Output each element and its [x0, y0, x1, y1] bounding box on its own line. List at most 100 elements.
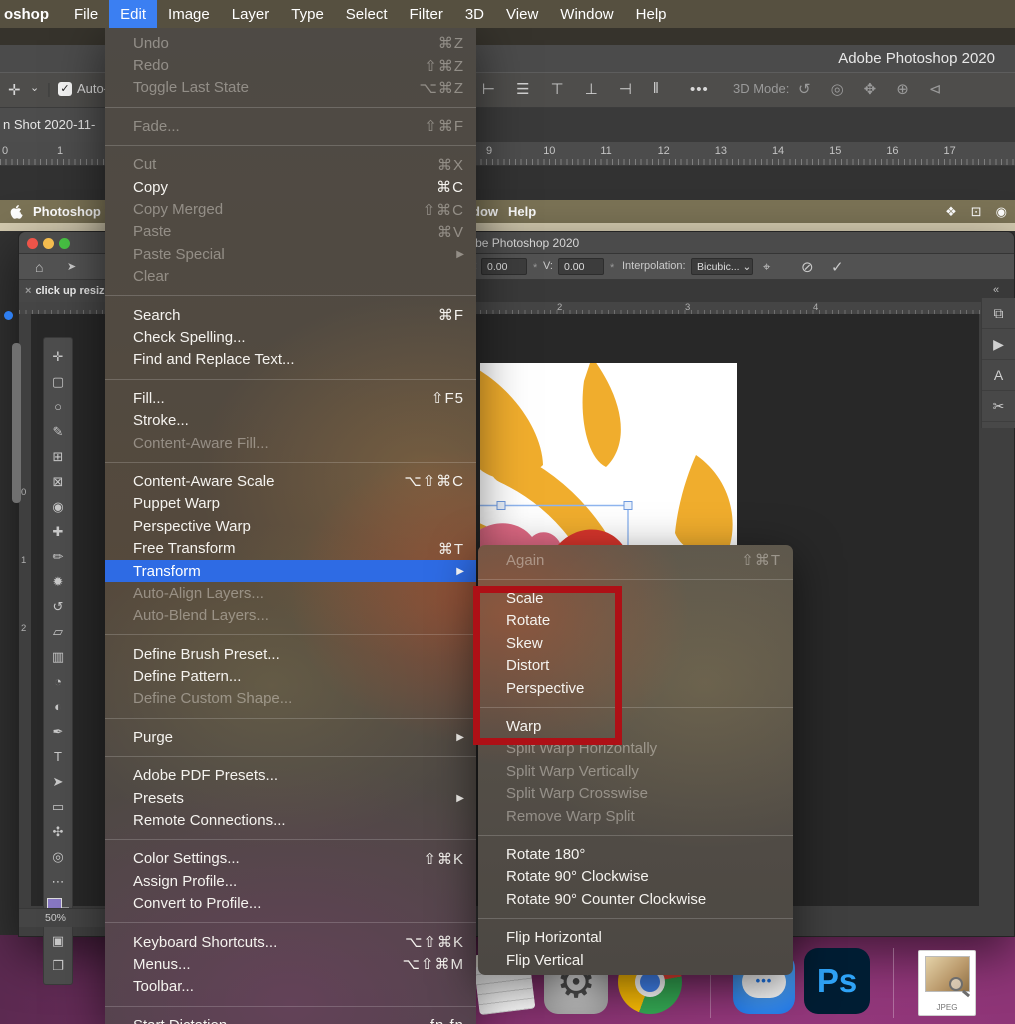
delta-icon[interactable]: *	[533, 262, 537, 274]
submenu-item-split-warp-vertically[interactable]: Split Warp Vertically	[478, 760, 793, 782]
3d-pan-icon[interactable]: ✥	[864, 80, 877, 98]
submenu-item[interactable]	[478, 571, 793, 587]
blur-tool-icon[interactable]: ◔	[54, 669, 62, 694]
lasso-tool-icon[interactable]: ○	[54, 394, 62, 419]
delta-icon[interactable]: *	[610, 262, 614, 274]
menu-item-color-settings[interactable]: Color Settings... ⇧⌘K	[105, 848, 476, 870]
menu-item-start-dictation[interactable]: Start Dictation... fn fn	[105, 1014, 476, 1024]
menu-item[interactable]	[105, 99, 476, 115]
menu-item-define-custom-shape[interactable]: Define Custom Shape...	[105, 688, 476, 710]
menu-bar-item[interactable]: 3D	[454, 0, 495, 28]
warp-mode-icon[interactable]: ⌖	[763, 259, 770, 275]
brush-tool-icon[interactable]: ✏	[53, 544, 64, 569]
healing-brush-tool-icon[interactable]: ✚	[53, 519, 64, 544]
photoshop-dock-icon[interactable]: Ps	[804, 948, 870, 1014]
submenu-item-remove-warp-split[interactable]: Remove Warp Split	[478, 805, 793, 827]
app-name-partial[interactable]: oshop	[0, 6, 63, 23]
frame-tool-icon[interactable]: ⊠	[53, 469, 64, 494]
zoom-tool-icon[interactable]: ◎	[52, 844, 63, 869]
auto-select-checkbox[interactable]: ✓	[58, 82, 72, 96]
menu-item-paste-special[interactable]: Paste Special ▶	[105, 243, 476, 265]
menu-item-purge[interactable]: Purge ▶	[105, 726, 476, 748]
cancel-transform-icon[interactable]: ⊘	[801, 258, 814, 276]
menu-item-adobe-pdf-presets[interactable]: Adobe PDF Presets...	[105, 765, 476, 787]
menu-item[interactable]	[105, 371, 476, 387]
crop-tool-icon[interactable]: ⊞	[53, 444, 64, 469]
inner-app-menu-label[interactable]: Photoshop	[33, 204, 101, 219]
menu-bar-item[interactable]: Image	[157, 0, 221, 28]
menu-item-free-transform[interactable]: Free Transform ⌘T	[105, 537, 476, 559]
submenu-item[interactable]	[478, 827, 793, 843]
eyedropper-tool-icon[interactable]: ◉	[52, 494, 63, 519]
more-options-icon[interactable]: •••	[690, 81, 709, 98]
menu-item-content-aware-fill[interactable]: Content-Aware Fill...	[105, 432, 476, 454]
menu-item[interactable]	[105, 998, 476, 1014]
menu-item-redo[interactable]: Redo ⇧⌘Z	[105, 54, 476, 76]
path-selection-tool-icon[interactable]: ➤	[53, 769, 64, 794]
menu-item-keyboard-shortcuts[interactable]: Keyboard Shortcuts... ⌥⇧⌘K	[105, 931, 476, 953]
menu-item-check-spelling[interactable]: Check Spelling...	[105, 326, 476, 348]
display-menu-icon[interactable]: ⊡	[971, 204, 982, 220]
menu-bar-item[interactable]: Layer	[221, 0, 281, 28]
eraser-tool-icon[interactable]: ▱	[53, 619, 63, 644]
align-horizontal-centers-icon[interactable]: ☰	[516, 80, 529, 98]
dodge-tool-icon[interactable]: ◐	[54, 694, 62, 719]
menu-item-auto-blend-layers[interactable]: Auto-Blend Layers...	[105, 605, 476, 627]
3d-slide-icon[interactable]: ⊕	[896, 80, 909, 98]
quick-mask-icon[interactable]: ▣	[52, 928, 64, 953]
inner-document-tab[interactable]: ×click up resize e	[19, 280, 119, 302]
menu-bar-item[interactable]: Help	[625, 0, 678, 28]
collapse-panels-icon[interactable]: «	[993, 284, 999, 296]
menu-item-convert-to-profile[interactable]: Convert to Profile...	[105, 893, 476, 915]
menu-item-stroke[interactable]: Stroke...	[105, 409, 476, 431]
submenu-item-flip-vertical[interactable]: Flip Vertical	[478, 949, 793, 971]
menu-item[interactable]	[105, 627, 476, 643]
3d-orbit-icon[interactable]: ↺	[798, 80, 811, 98]
align-top-edges-icon[interactable]: ⊤	[551, 80, 564, 98]
menu-item-clear[interactable]: Clear	[105, 266, 476, 288]
move-tool-icon[interactable]: ✛	[8, 81, 21, 99]
styles-panel-icon[interactable]: A	[982, 360, 1015, 391]
submenu-item-rotate-180[interactable]: Rotate 180°	[478, 843, 793, 865]
submenu-item-rotate-90-cw[interactable]: Rotate 90° Clockwise	[478, 866, 793, 888]
commit-transform-icon[interactable]: ✓	[831, 258, 844, 276]
3d-camera-icon[interactable]: ⊲	[929, 80, 942, 98]
menu-bar-item[interactable]: View	[495, 0, 549, 28]
marquee-tool-icon[interactable]: ▢	[52, 369, 64, 394]
outer-document-tab[interactable]: n Shot 2020-11-	[0, 108, 112, 142]
menu-bar-item[interactable]: Window	[549, 0, 624, 28]
menu-item-paste[interactable]: Paste ⌘V	[105, 221, 476, 243]
submenu-item-split-warp-crosswise[interactable]: Split Warp Crosswise	[478, 783, 793, 805]
distribute-icon[interactable]: ‖	[653, 80, 659, 98]
menu-item[interactable]	[105, 749, 476, 765]
menu-item-find-replace[interactable]: Find and Replace Text...	[105, 349, 476, 371]
screen-mode-icon[interactable]: ❐	[52, 953, 64, 978]
menu-bar-item[interactable]: Filter	[399, 0, 454, 28]
scrollbar-strip[interactable]	[12, 343, 21, 503]
actions-panel-icon[interactable]: ▶	[982, 329, 1015, 360]
more-tools-icon[interactable]: ⋯	[52, 869, 65, 894]
type-tool-icon[interactable]: T	[54, 744, 62, 769]
menu-item-menus[interactable]: Menus... ⌥⇧⌘M	[105, 953, 476, 975]
shape-tool-icon[interactable]: ▭	[52, 794, 64, 819]
menu-item-search[interactable]: Search ⌘F	[105, 304, 476, 326]
menu-item-define-brush-preset[interactable]: Define Brush Preset...	[105, 643, 476, 665]
move-tool-icon[interactable]: ✛	[53, 344, 64, 369]
dropbox-menu-icon[interactable]: ❖	[945, 204, 957, 220]
gradient-tool-icon[interactable]: ▥	[52, 644, 64, 669]
inner-help-menu[interactable]: Help	[508, 204, 536, 219]
menu-item-presets[interactable]: Presets ▶	[105, 787, 476, 809]
menu-item-puppet-warp[interactable]: Puppet Warp	[105, 493, 476, 515]
zoom-level-value[interactable]: 50%	[45, 912, 66, 924]
menu-item-assign-profile[interactable]: Assign Profile...	[105, 870, 476, 892]
home-icon[interactable]: ⌂	[35, 259, 43, 275]
chevron-down-icon[interactable]: ⌄	[30, 81, 39, 94]
menu-item-fade[interactable]: Fade... ⇧⌘F	[105, 115, 476, 137]
creative-cloud-menu-icon[interactable]: ◉	[996, 204, 1007, 220]
menu-item[interactable]	[105, 138, 476, 154]
align-left-edges-icon[interactable]: ⊢	[482, 80, 495, 98]
menu-item-fill[interactable]: Fill... ⇧F5	[105, 387, 476, 409]
v-value-field[interactable]: 0.00	[558, 258, 604, 275]
menu-item[interactable]	[105, 832, 476, 848]
menu-item-auto-align-layers[interactable]: Auto-Align Layers...	[105, 582, 476, 604]
